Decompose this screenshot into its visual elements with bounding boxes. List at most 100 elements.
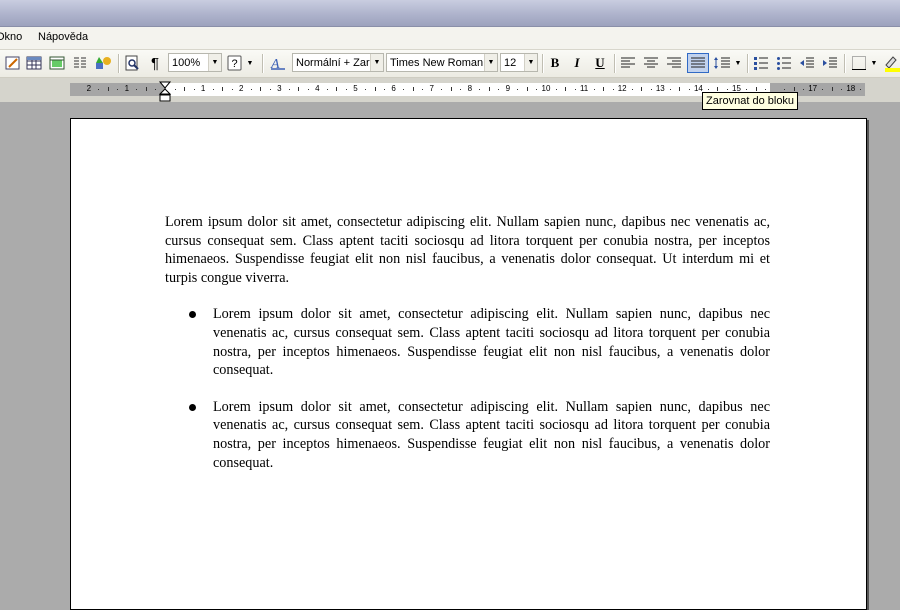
ruler-dot: [384, 89, 386, 90]
ruler-dot: [574, 89, 576, 90]
increase-indent-icon[interactable]: [820, 53, 840, 73]
ruler-dot: [422, 89, 424, 90]
document-page[interactable]: Lorem ipsum dolor sit amet, consectetur …: [70, 118, 867, 610]
insert-table-icon[interactable]: [24, 53, 44, 73]
ruler-number: 11: [579, 84, 589, 93]
ruler-number: 10: [541, 84, 551, 93]
insert-excel-sheet-icon[interactable]: [47, 53, 67, 73]
list-item[interactable]: Lorem ipsum dolor sit amet, consectetur …: [165, 305, 770, 379]
ruler-tick: [374, 87, 376, 91]
bold-button[interactable]: B: [545, 53, 565, 73]
zoom-dropdown[interactable]: 100% ▼: [168, 53, 222, 72]
columns-icon[interactable]: [70, 53, 90, 73]
font-size-value: 12: [504, 57, 517, 69]
ruler-number: 6: [391, 84, 396, 93]
ruler-dot: [631, 89, 633, 90]
list-item[interactable]: Lorem ipsum dolor sit amet, consectetur …: [165, 398, 770, 472]
svg-text:?: ?: [231, 58, 237, 70]
ruler-dot: [212, 89, 214, 90]
bullet-icon: [189, 311, 196, 319]
ruler-dot: [345, 89, 347, 90]
ruler-dot: [117, 89, 119, 90]
ruler-number: 2: [86, 84, 92, 93]
ruler-tick: [679, 87, 681, 91]
ruler-tick: [717, 87, 719, 91]
ruler-number: 18: [846, 84, 856, 93]
ruler-tick: [260, 87, 262, 91]
decrease-indent-icon[interactable]: [797, 53, 817, 73]
numbered-list-icon[interactable]: [751, 53, 771, 73]
ruler-dot: [822, 89, 824, 90]
justify-icon[interactable]: [687, 53, 709, 73]
pilcrow-icon[interactable]: ¶: [145, 53, 165, 73]
list-item-text[interactable]: Lorem ipsum dolor sit amet, consectetur …: [213, 398, 770, 472]
ruler-number: 12: [617, 84, 627, 93]
italic-button[interactable]: I: [567, 53, 587, 73]
window-title-bar: [0, 0, 900, 27]
formatting-toolbar: ¶ 100% ▼ ? ▼ A Normální + Zarc ▼ Times N…: [0, 50, 900, 78]
ruler-number: 7: [429, 84, 434, 93]
document-map-icon[interactable]: [122, 53, 142, 73]
ruler-tick: [298, 87, 300, 91]
ruler-number: 4: [315, 84, 320, 93]
menu-window[interactable]: Okno: [0, 31, 22, 43]
ruler-dot: [784, 89, 786, 90]
chevron-down-icon: ▼: [208, 54, 221, 71]
ruler-dot: [746, 89, 748, 90]
ruler-number: 8: [467, 84, 473, 93]
ruler-tick: [184, 87, 186, 91]
ruler-dot: [365, 89, 367, 90]
ruler-dot: [860, 89, 862, 90]
ruler-dot: [136, 89, 138, 90]
help-icon[interactable]: ?: [226, 53, 244, 73]
ruler-dot: [460, 89, 462, 90]
underline-button[interactable]: U: [590, 53, 610, 73]
line-spacing-icon[interactable]: [712, 53, 732, 73]
styles-pane-icon[interactable]: A: [268, 53, 288, 73]
chevron-down-icon[interactable]: ▼: [733, 53, 743, 73]
body-paragraph[interactable]: Lorem ipsum dolor sit amet, consectetur …: [165, 213, 770, 287]
bullet-icon: [189, 403, 196, 411]
ruler-tick: [450, 87, 452, 91]
document-body[interactable]: Lorem ipsum dolor sit amet, consectetur …: [165, 213, 770, 490]
indent-marker[interactable]: [158, 80, 172, 102]
ruler-dot: [517, 89, 519, 90]
draw-table-icon[interactable]: [3, 53, 23, 73]
zoom-value: 100%: [172, 57, 201, 69]
font-value: Times New Roman: [390, 57, 484, 69]
ruler-tick: [831, 87, 833, 91]
ruler-dot: [326, 89, 328, 90]
align-right-icon[interactable]: [664, 53, 684, 73]
ruler-dot: [612, 89, 614, 90]
ruler-number: 1: [200, 84, 206, 93]
ruler-tick: [641, 87, 643, 91]
menu-help[interactable]: Nápověda: [38, 31, 88, 43]
font-size-dropdown[interactable]: 12 ▼: [500, 53, 538, 72]
bullet-list-icon[interactable]: [774, 53, 794, 73]
chevron-down-icon[interactable]: ▼: [869, 53, 879, 73]
ruler-number: 1: [124, 84, 130, 93]
chevron-down-icon: ▼: [370, 54, 383, 71]
ruler-tick: [603, 87, 605, 91]
ruler-tick: [565, 87, 567, 91]
ruler-dot: [669, 89, 671, 90]
chevron-down-icon[interactable]: ▼: [245, 53, 255, 73]
list-item-text[interactable]: Lorem ipsum dolor sit amet, consectetur …: [213, 305, 770, 379]
ruler-tick: [793, 87, 795, 91]
border-icon[interactable]: [849, 53, 869, 73]
ruler-dot: [288, 89, 290, 90]
ruler-dot: [650, 89, 652, 90]
drawing-icon[interactable]: [94, 53, 114, 73]
ruler-number: 2: [238, 84, 244, 93]
align-center-icon[interactable]: [641, 53, 661, 73]
ruler-dot: [841, 89, 843, 90]
style-dropdown[interactable]: Normální + Zarc ▼: [292, 53, 384, 72]
ruler-dot: [479, 89, 481, 90]
ruler-tick: [145, 87, 147, 91]
highlight-icon[interactable]: [882, 53, 900, 73]
font-dropdown[interactable]: Times New Roman ▼: [386, 53, 498, 72]
menu-bar: Okno Nápověda: [0, 27, 900, 50]
ruler-dot: [403, 89, 405, 90]
align-left-icon[interactable]: [618, 53, 638, 73]
ruler-tick: [336, 87, 338, 91]
